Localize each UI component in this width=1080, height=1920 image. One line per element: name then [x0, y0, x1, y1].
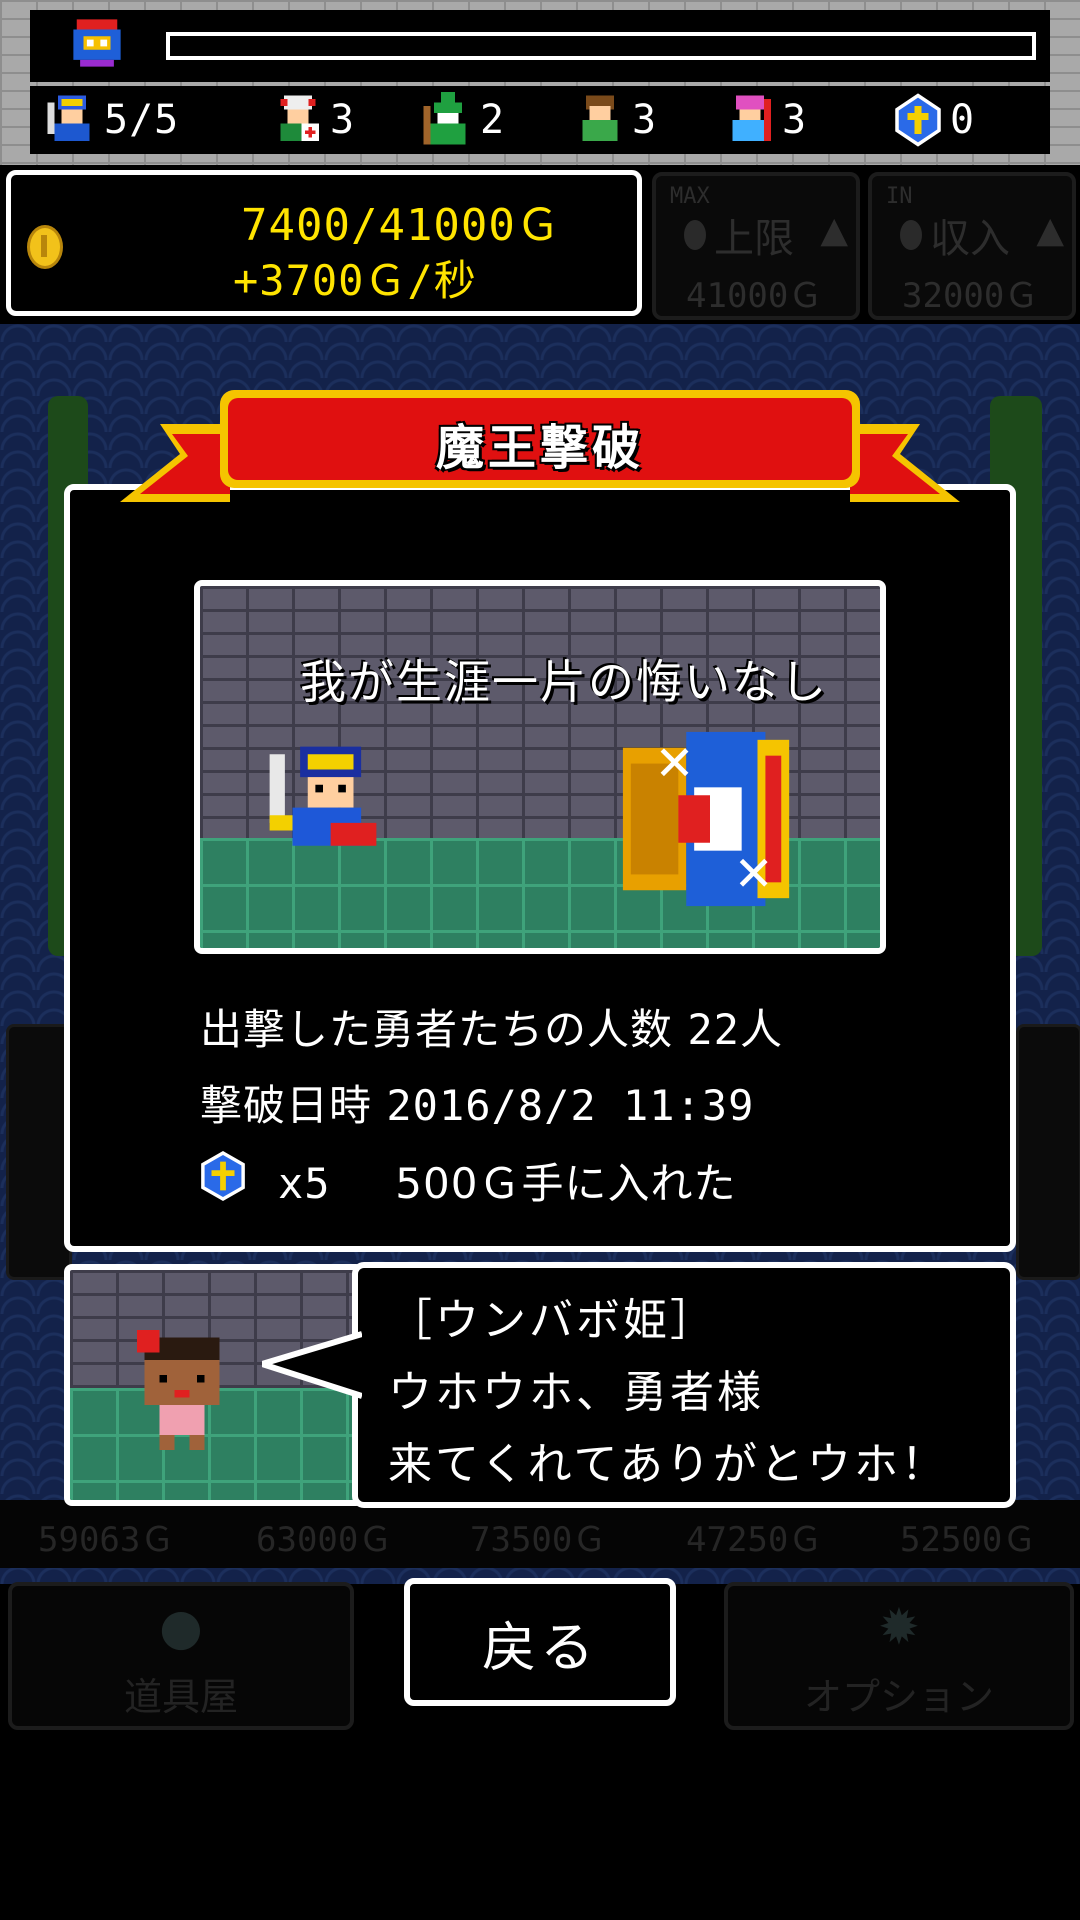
reward-line: x5 500Ｇ手に入れた — [278, 1150, 736, 1211]
gold-panel: 7400/41000Ｇ +3700Ｇ/秒 — [6, 170, 642, 316]
back-button[interactable]: 戻る — [404, 1578, 676, 1706]
gold-rate: +3700Ｇ/秒 — [233, 256, 477, 305]
max-tag: MAX — [670, 184, 710, 209]
hero-sprite-icon — [269, 746, 377, 846]
villager-unit-icon — [582, 95, 618, 141]
max-value: 41000Ｇ — [686, 276, 823, 316]
dim-side-left — [6, 1024, 72, 1280]
price-4: 47250Ｇ — [686, 1520, 823, 1560]
reward-gems: x5 — [278, 1159, 331, 1208]
warrior-unit-icon — [280, 95, 319, 141]
income-label: 収入 — [930, 216, 1010, 262]
villager-count: 3 — [632, 97, 658, 143]
coin-icon — [684, 220, 706, 250]
bag-icon: ● — [159, 1598, 203, 1656]
heroes-stat: 出撃した勇者たちの人数 22人 — [200, 996, 783, 1057]
date-value: 2016/8/2 11:39 — [386, 1081, 755, 1130]
dim-price-row: 59063Ｇ 63000Ｇ 73500Ｇ 47250Ｇ 52500Ｇ — [0, 1500, 1080, 1568]
wizard-unit-icon — [423, 92, 466, 145]
income-tag: IN — [886, 184, 913, 209]
hero-count: 5/5 — [104, 97, 180, 143]
options-button[interactable]: ✹ オプション — [724, 1582, 1074, 1730]
shop-label: 道具屋 — [123, 1675, 238, 1719]
price-2: 63000Ｇ — [256, 1520, 393, 1560]
cleric-count: 3 — [782, 97, 808, 143]
arrow-up-icon: ▲ — [1036, 210, 1064, 251]
gear-icon: ✹ — [878, 1598, 920, 1656]
svg-text:✕: ✕ — [655, 736, 695, 791]
unit-gem[interactable]: 0 — [890, 86, 975, 154]
unit-wizard[interactable]: 2 — [420, 86, 505, 154]
income-value: 32000Ｇ — [902, 276, 1039, 316]
dim-side-right — [1016, 1024, 1080, 1280]
shop-button[interactable]: ● 道具屋 — [8, 1582, 354, 1730]
arrow-up-icon: ▲ — [820, 210, 848, 251]
dialog-line-2: 来てくれてありがとウホ！ — [388, 1439, 949, 1490]
coin-icon — [900, 220, 922, 250]
defeated-demon-king-icon: ✕ ✕ — [622, 731, 790, 907]
gem-count: 0 — [950, 97, 976, 143]
unit-villager[interactable]: 3 — [572, 86, 657, 154]
price-5: 52500Ｇ — [900, 1520, 1037, 1560]
date-label: 撃破日時 — [200, 1081, 373, 1130]
heroes-label: 出撃した勇者たちの人数 — [200, 1005, 674, 1054]
coin-icon — [27, 225, 63, 269]
gold-current: 7400/41000Ｇ — [241, 200, 561, 251]
date-stat: 撃破日時 2016/8/2 11:39 — [200, 1072, 754, 1133]
scene-quote: 我が生涯一片の悔いなし — [300, 655, 828, 709]
hero-unit-icon — [47, 95, 90, 141]
gem-unit-icon — [895, 93, 941, 147]
wizard-count: 2 — [480, 97, 506, 143]
max-label: 上限 — [714, 216, 794, 262]
dialog-speaker: ［ウンバボ姫］ — [388, 1295, 717, 1346]
income-upgrade-button[interactable]: IN 収入 ▲ 32000Ｇ — [868, 172, 1076, 320]
heroes-value: 22人 — [687, 1005, 783, 1054]
unit-cleric[interactable]: 3 — [722, 86, 807, 154]
boss-hp-bar — [166, 32, 1036, 60]
reward-gold: 500Ｇ手に入れた — [395, 1159, 737, 1208]
princess-umbabo-icon — [137, 1330, 220, 1450]
unit-warrior[interactable]: 3 — [270, 86, 355, 154]
options-label: オプション — [803, 1675, 994, 1719]
max-upgrade-button[interactable]: MAX 上限 ▲ 41000Ｇ — [652, 172, 860, 320]
gem-icon — [201, 1151, 245, 1201]
speech-bubble-tail — [262, 1331, 362, 1399]
cleric-unit-icon — [732, 95, 771, 141]
warrior-count: 3 — [330, 97, 356, 143]
price-1: 59063Ｇ — [38, 1520, 175, 1560]
svg-text:✕: ✕ — [734, 847, 774, 902]
demon-king-icon — [73, 19, 121, 67]
modal-title: 魔王撃破 — [435, 420, 644, 476]
dialog-line-1: ウホウホ、勇者様 — [388, 1367, 764, 1418]
price-3: 73500Ｇ — [470, 1520, 607, 1560]
unit-hero[interactable]: 5/5 — [44, 86, 179, 154]
